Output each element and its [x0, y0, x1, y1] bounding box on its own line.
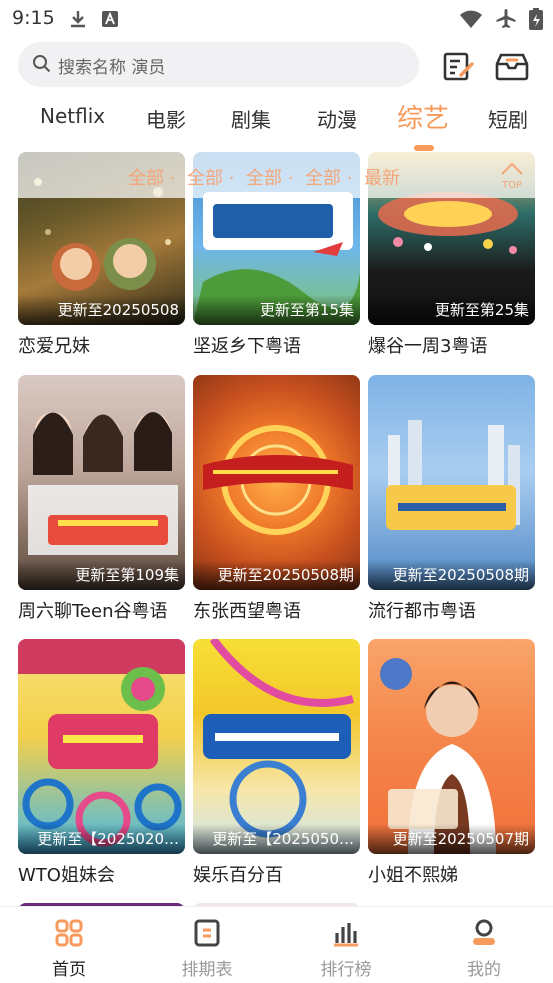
- tab-active-indicator: [414, 145, 434, 151]
- bottom-nav: 首页 排期表 排行榜 我的: [0, 906, 553, 983]
- text-a-icon: [100, 9, 120, 33]
- episode-badge: 更新至第109集: [18, 560, 185, 590]
- card-title: 东张西望粤语: [193, 601, 301, 622]
- airplane-icon: [495, 8, 517, 34]
- filter-all-1[interactable]: 全部 ·: [128, 164, 175, 190]
- episode-badge: 更新至20250508: [18, 295, 185, 325]
- tab-short-drama[interactable]: 短剧: [488, 104, 528, 133]
- tab-movies[interactable]: 电影: [146, 104, 186, 133]
- battery-icon: [529, 8, 543, 34]
- search-placeholder: 搜索名称 演员: [58, 58, 166, 78]
- category-tabs: Netflix 电影 剧集 动漫 综艺 短剧: [0, 96, 553, 148]
- episode-badge: 更新至【2025020…: [18, 824, 185, 854]
- episode-badge: 更新至第15集: [193, 295, 360, 325]
- episode-badge: 更新至【2025050…: [193, 824, 360, 854]
- filter-bar: 全部 · 全部 · 全部 · 全部 · 最新 TOP: [0, 152, 553, 198]
- storage-box-button[interactable]: [494, 48, 530, 84]
- card-title: 恋爱兄妹: [18, 336, 90, 357]
- bar-chart-icon: [332, 923, 360, 951]
- nav-label: 首页: [52, 960, 86, 980]
- nav-profile[interactable]: 我的: [444, 919, 524, 980]
- download-icon: [68, 9, 88, 33]
- wifi-icon: [459, 9, 483, 33]
- filter-all-3[interactable]: 全部 ·: [246, 164, 293, 190]
- grid-icon: [55, 919, 83, 951]
- poster-image: 更新至20250508期: [368, 375, 535, 590]
- box-icon: [494, 53, 530, 88]
- episode-badge: 更新至20250507期: [368, 824, 535, 854]
- card-title: 娱乐百分百: [193, 865, 283, 886]
- search-input[interactable]: 搜索名称 演员: [18, 42, 419, 87]
- poster-image: 更新至【2025020…: [18, 639, 185, 854]
- card-title: 周六聊Teen谷粤语: [18, 601, 168, 622]
- poster-image: 更新至20250508期: [193, 375, 360, 590]
- episode-badge: 更新至第25集: [368, 295, 535, 325]
- tab-netflix[interactable]: Netflix: [40, 104, 105, 128]
- history-edit-button[interactable]: [440, 48, 476, 84]
- status-bar: 9:15: [0, 0, 553, 38]
- schedule-icon: [193, 919, 221, 951]
- tab-variety[interactable]: 综艺: [397, 98, 449, 135]
- card-title: 爆谷一周3粤语: [368, 336, 488, 357]
- status-time: 9:15: [12, 7, 55, 29]
- episode-badge: 更新至20250508期: [193, 560, 360, 590]
- filter-all-2[interactable]: 全部 ·: [187, 164, 234, 190]
- card-title: 流行都市粤语: [368, 601, 476, 622]
- episode-badge: 更新至20250508期: [368, 560, 535, 590]
- filter-all-4[interactable]: 全部 ·: [305, 164, 352, 190]
- poster-image: 更新至20250507期: [368, 639, 535, 854]
- user-icon: [470, 919, 498, 951]
- nav-label: 我的: [467, 960, 501, 980]
- tab-series[interactable]: 剧集: [231, 104, 271, 133]
- edit-note-icon: [440, 52, 476, 88]
- poster-image: 更新至【2025050…: [193, 639, 360, 854]
- card-title: WTO姐妹会: [18, 865, 115, 886]
- card-title: 小姐不熙娣: [368, 865, 458, 886]
- card-title: 坚返乡下粤语: [193, 336, 301, 357]
- nav-label: 排期表: [181, 960, 233, 980]
- back-to-top-button[interactable]: TOP: [496, 160, 528, 192]
- poster-image: 更新至第109集: [18, 375, 185, 590]
- search-row: 搜索名称 演员: [0, 42, 553, 88]
- nav-label: 排行榜: [320, 960, 372, 980]
- tab-anime[interactable]: 动漫: [317, 104, 357, 133]
- nav-schedule[interactable]: 排期表: [167, 919, 247, 980]
- nav-home[interactable]: 首页: [29, 919, 109, 980]
- filter-latest[interactable]: 最新: [364, 164, 400, 190]
- nav-ranking[interactable]: 排行榜: [306, 919, 386, 980]
- variety-grid: 更新至20250508 恋爱兄妹 更新至第15集 坚返乡下粤语 更新至第25集 …: [0, 152, 553, 906]
- top-label: TOP: [501, 180, 522, 191]
- search-icon: [32, 54, 52, 78]
